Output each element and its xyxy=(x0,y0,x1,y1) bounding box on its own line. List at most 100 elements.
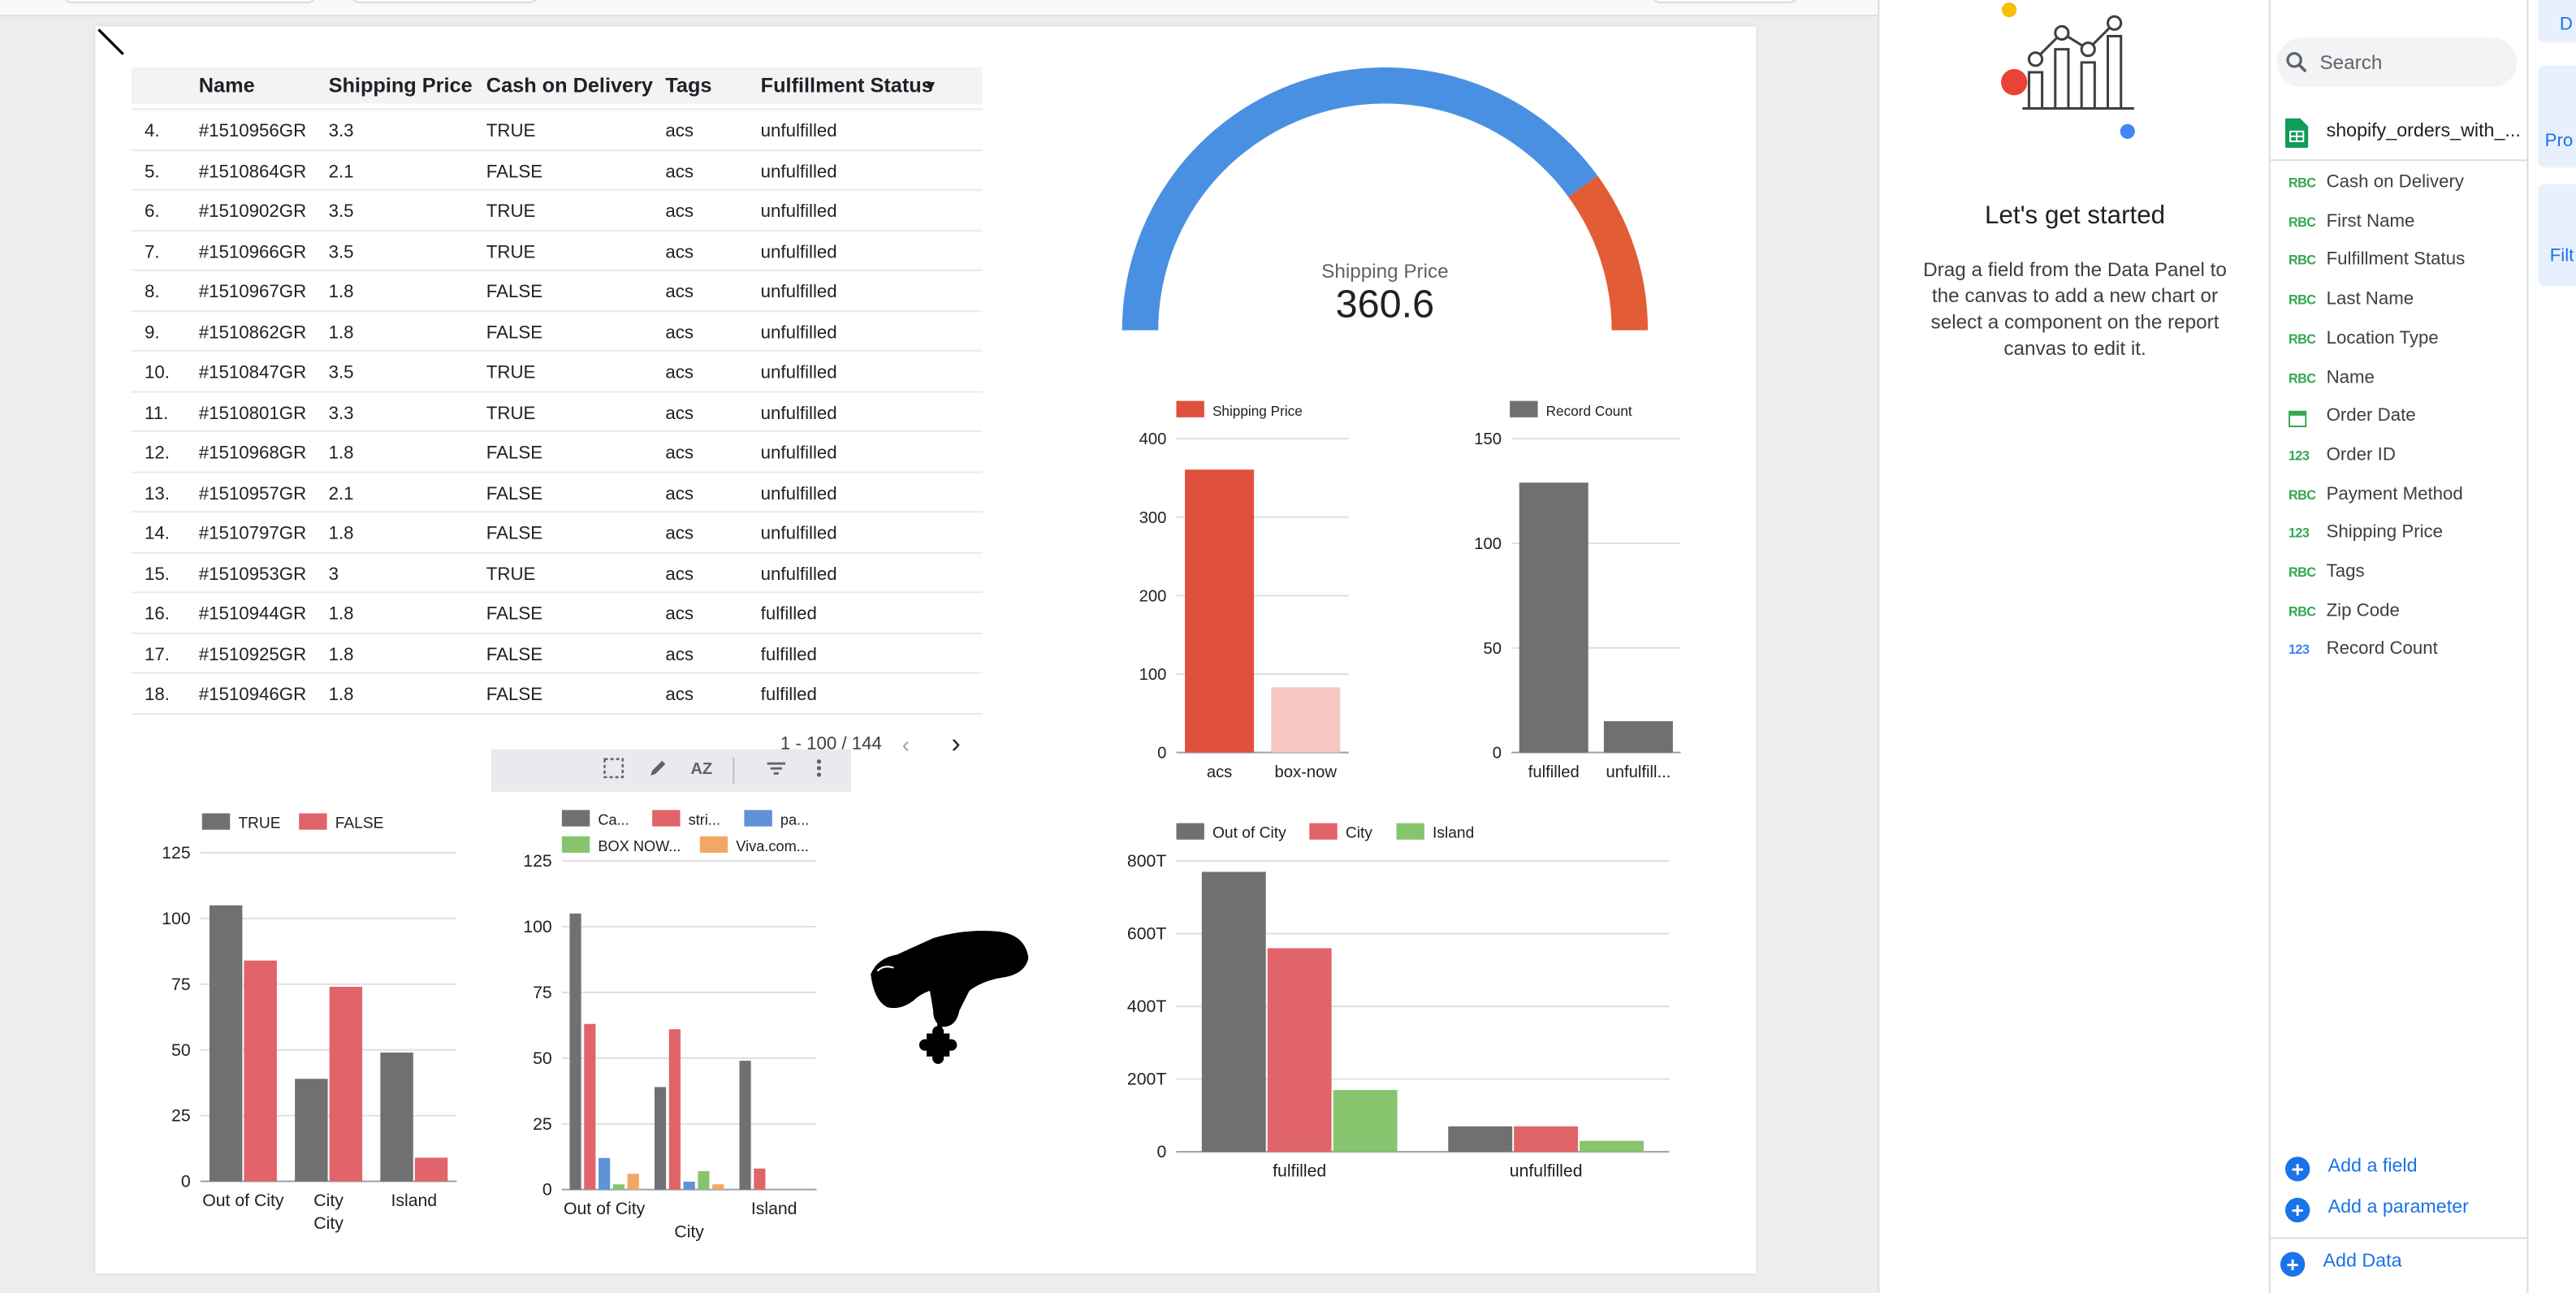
legend-label: Ca... xyxy=(598,812,629,828)
tab-filter[interactable]: Filt xyxy=(2538,184,2576,287)
x-tick-label: City xyxy=(313,1191,344,1210)
add-data-icon[interactable]: + xyxy=(2280,1252,2306,1277)
legend-label: BOX NOW... xyxy=(598,838,681,854)
field-label: Fulfillment Status xyxy=(2326,250,2466,270)
field-item[interactable]: RBC Fulfillment Status xyxy=(2269,244,2527,282)
add-parameter-link[interactable]: Add a parameter xyxy=(2328,1198,2469,1217)
divider xyxy=(2270,159,2529,162)
bar xyxy=(612,1184,625,1190)
field-label: Location Type xyxy=(2326,328,2439,348)
bar xyxy=(1333,1090,1398,1152)
text-type-icon: RBC xyxy=(2289,214,2316,230)
y-tick-label: 75 xyxy=(533,983,552,1002)
drag-hand-cursor-icon xyxy=(871,931,1029,1064)
legend-label: Shipping Price xyxy=(1212,403,1303,419)
bar xyxy=(1201,871,1266,1152)
bar xyxy=(1580,1140,1645,1152)
charts-layer: Shipping Price360.60100200300400acs box-n… xyxy=(162,67,1681,1241)
add-field-link[interactable]: Add a field xyxy=(2328,1157,2418,1176)
bar xyxy=(1185,469,1255,753)
legend-swatch xyxy=(1396,823,1424,840)
sheets-icon xyxy=(2284,118,2309,149)
legend-label: TRUE xyxy=(238,815,280,832)
bar xyxy=(683,1181,695,1190)
field-item[interactable]: RBC Last Name xyxy=(2269,283,2527,321)
field-item[interactable]: RBC Payment Method xyxy=(2269,478,2527,516)
field-item[interactable]: RBC Tags xyxy=(2269,556,2527,594)
number-type-icon: 123 xyxy=(2289,642,2310,658)
field-label: Cash on Delivery xyxy=(2326,172,2465,192)
y-tick-label: 50 xyxy=(1484,640,1502,658)
data-source-name[interactable]: shopify_orders_with_... xyxy=(2327,122,2521,141)
y-tick-label: 100 xyxy=(162,909,190,928)
y-tick-label: 400T xyxy=(1127,997,1166,1016)
field-item[interactable]: RBC Name xyxy=(2269,361,2527,399)
add-field-icon[interactable]: + xyxy=(2284,1157,2310,1182)
x-tick-label: unfulfill... xyxy=(1606,763,1671,781)
resize-handle-icon[interactable] xyxy=(95,26,128,58)
field-item[interactable]: 123 Shipping Price xyxy=(2269,517,2527,555)
x-tick-label: acs xyxy=(1207,763,1232,781)
add-data-button[interactable]: Add Data xyxy=(2323,1252,2402,1272)
text-type-icon: RBC xyxy=(2289,603,2316,620)
x-tick-label: box-now xyxy=(1275,763,1338,781)
field-item[interactable]: 123 Record Count xyxy=(2269,634,2527,672)
bar xyxy=(698,1170,710,1190)
divider xyxy=(2270,1237,2529,1239)
field-item[interactable]: RBC Zip Code xyxy=(2269,595,2527,633)
bar xyxy=(1267,948,1332,1152)
gauge-value: 360.6 xyxy=(1336,282,1435,326)
field-item[interactable]: RBC Cash on Delivery xyxy=(2269,166,2527,204)
legend-swatch xyxy=(299,813,327,830)
properties-panel: Let's get started Drag a field from the … xyxy=(1878,0,2269,1293)
legend-label: City xyxy=(1346,825,1372,842)
field-label: Order ID xyxy=(2326,445,2396,465)
field-item[interactable]: RBC Location Type xyxy=(2269,322,2527,360)
y-tick-label: 0 xyxy=(1157,745,1166,763)
legend-label: Viva.com... xyxy=(736,838,809,854)
field-label: Record Count xyxy=(2326,639,2438,660)
y-tick-label: 125 xyxy=(523,851,551,871)
bar xyxy=(209,905,243,1182)
bar xyxy=(739,1061,751,1190)
text-type-icon: RBC xyxy=(2289,564,2316,581)
x-axis-label: City xyxy=(674,1222,704,1241)
bar xyxy=(1603,720,1673,753)
gauge-label: Shipping Price xyxy=(1321,261,1448,283)
bar xyxy=(654,1087,667,1190)
gauge-remainder-arc xyxy=(1568,175,1649,331)
legend-label: pa... xyxy=(780,812,809,828)
y-tick-label: 0 xyxy=(1157,1142,1167,1161)
text-type-icon: RBC xyxy=(2289,292,2316,308)
x-axis-label: City xyxy=(313,1213,344,1233)
y-tick-label: 100 xyxy=(1139,666,1167,684)
legend-swatch xyxy=(1176,823,1204,840)
legend-label: FALSE xyxy=(335,815,384,832)
y-tick-label: 75 xyxy=(171,975,191,994)
bar xyxy=(1514,1126,1579,1152)
bar xyxy=(712,1184,724,1190)
field-label: Shipping Price xyxy=(2326,522,2444,543)
bar xyxy=(1271,687,1341,753)
y-tick-label: 25 xyxy=(533,1114,552,1134)
search-input[interactable]: Search xyxy=(2276,37,2518,88)
text-type-icon: RBC xyxy=(2289,175,2316,191)
legend-swatch xyxy=(652,810,681,827)
field-label: Last Name xyxy=(2326,289,2414,309)
add-parameter-icon[interactable]: + xyxy=(2284,1197,2310,1223)
legend-swatch xyxy=(561,810,590,827)
field-label: Tags xyxy=(2326,561,2365,582)
field-item[interactable]: 123 Order ID xyxy=(2269,439,2527,477)
field-item[interactable]: RBC First Name xyxy=(2269,205,2527,243)
text-type-icon: RBC xyxy=(2289,331,2316,347)
bar xyxy=(754,1168,766,1190)
y-tick-label: 0 xyxy=(1493,745,1502,763)
tab-properties[interactable]: Pro xyxy=(2538,65,2576,168)
bar xyxy=(1448,1126,1513,1152)
bar xyxy=(584,1023,596,1190)
panel-title: Let's get started xyxy=(1984,201,2166,231)
tab-data[interactable]: D xyxy=(2538,0,2576,43)
y-tick-label: 800T xyxy=(1127,851,1166,871)
x-tick-label: Out of City xyxy=(202,1191,284,1210)
field-item[interactable]: Order Date xyxy=(2269,400,2527,438)
